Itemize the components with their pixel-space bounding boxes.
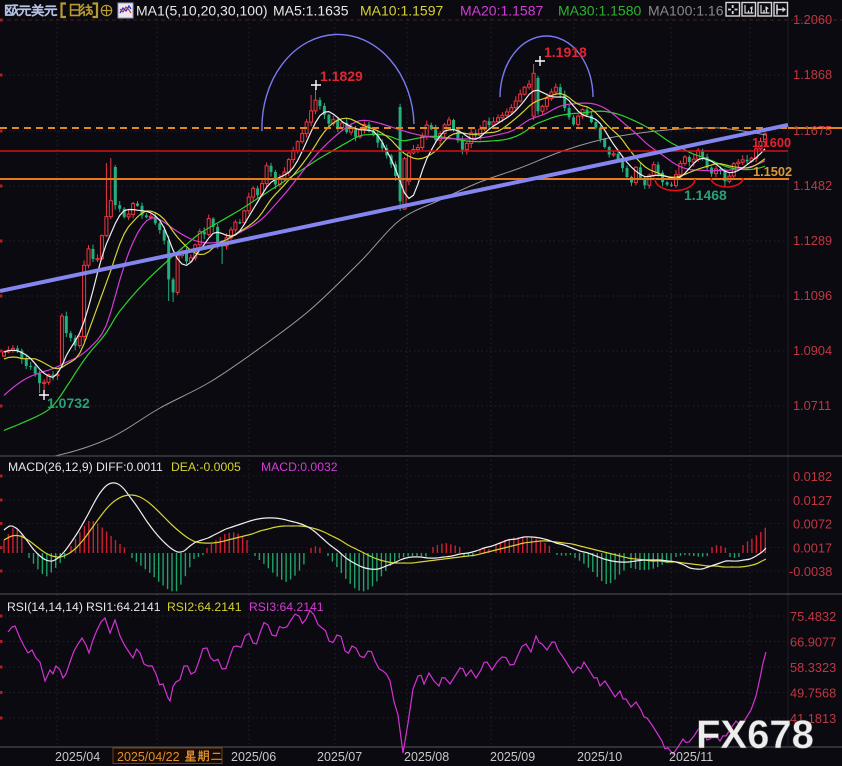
svg-text:DEA:-0.0005: DEA:-0.0005	[171, 460, 241, 474]
svg-text:1.1675: 1.1675	[793, 123, 832, 138]
svg-text:1.1918: 1.1918	[544, 44, 587, 60]
svg-text:1.1502: 1.1502	[753, 164, 792, 179]
svg-text:0.0127: 0.0127	[793, 493, 832, 508]
svg-text:1.1096: 1.1096	[793, 288, 832, 303]
svg-text:75.4832: 75.4832	[790, 609, 836, 624]
svg-text:2025/07: 2025/07	[317, 750, 362, 764]
svg-text:2025/04/22: 2025/04/22	[117, 750, 180, 764]
svg-text:RSI1:64.2141: RSI1:64.2141	[86, 600, 161, 614]
svg-text:58.3323: 58.3323	[790, 660, 836, 675]
svg-text:1.1829: 1.1829	[320, 68, 363, 84]
svg-text:MACD(26,12,9): MACD(26,12,9)	[8, 460, 93, 474]
svg-text:0.0017: 0.0017	[793, 541, 832, 556]
svg-text:RSI2:64.2141: RSI2:64.2141	[167, 600, 242, 614]
svg-text:-0.0038: -0.0038	[789, 564, 832, 579]
svg-text:1.1482: 1.1482	[793, 178, 832, 193]
svg-text:2025/06: 2025/06	[231, 750, 276, 764]
svg-text:1.0711: 1.0711	[793, 398, 831, 413]
svg-text:1.1289: 1.1289	[793, 233, 832, 248]
svg-text:1.0904: 1.0904	[793, 343, 832, 358]
svg-text:1.2060: 1.2060	[793, 12, 832, 27]
svg-text:1.0732: 1.0732	[47, 395, 90, 411]
svg-text:DIFF:0.0011: DIFF:0.0011	[96, 460, 163, 474]
svg-text:0.0072: 0.0072	[793, 517, 832, 532]
svg-text:MACD:0.0032: MACD:0.0032	[261, 460, 338, 474]
svg-text:2025/09: 2025/09	[490, 750, 535, 764]
svg-text:MA10:1.1597: MA10:1.1597	[360, 3, 443, 19]
svg-text:1.1868: 1.1868	[793, 67, 832, 82]
svg-text:1.1468: 1.1468	[684, 187, 727, 203]
svg-text:1.1600: 1.1600	[752, 135, 791, 150]
svg-text:MA30:1.1580: MA30:1.1580	[558, 3, 641, 19]
svg-text:2025/04: 2025/04	[55, 750, 100, 764]
svg-text:2025/11: 2025/11	[669, 750, 713, 764]
svg-text:2025/10: 2025/10	[577, 750, 622, 764]
svg-text:FX678: FX678	[696, 713, 814, 757]
svg-text:MA5:1.1635: MA5:1.1635	[273, 3, 349, 19]
svg-text:66.9077: 66.9077	[790, 635, 836, 650]
svg-text:2025/08: 2025/08	[404, 750, 449, 764]
svg-text:RSI3:64.2141: RSI3:64.2141	[249, 600, 324, 614]
svg-text:MA20:1.1587: MA20:1.1587	[460, 3, 543, 19]
svg-text:RSI(14,14,14): RSI(14,14,14)	[7, 600, 83, 614]
svg-text:MA1(5,10,20,30,100): MA1(5,10,20,30,100)	[136, 3, 268, 19]
svg-text:MA100:1.16: MA100:1.16	[648, 3, 724, 19]
svg-text:49.7568: 49.7568	[790, 686, 836, 701]
svg-text:0.0182: 0.0182	[793, 469, 832, 484]
